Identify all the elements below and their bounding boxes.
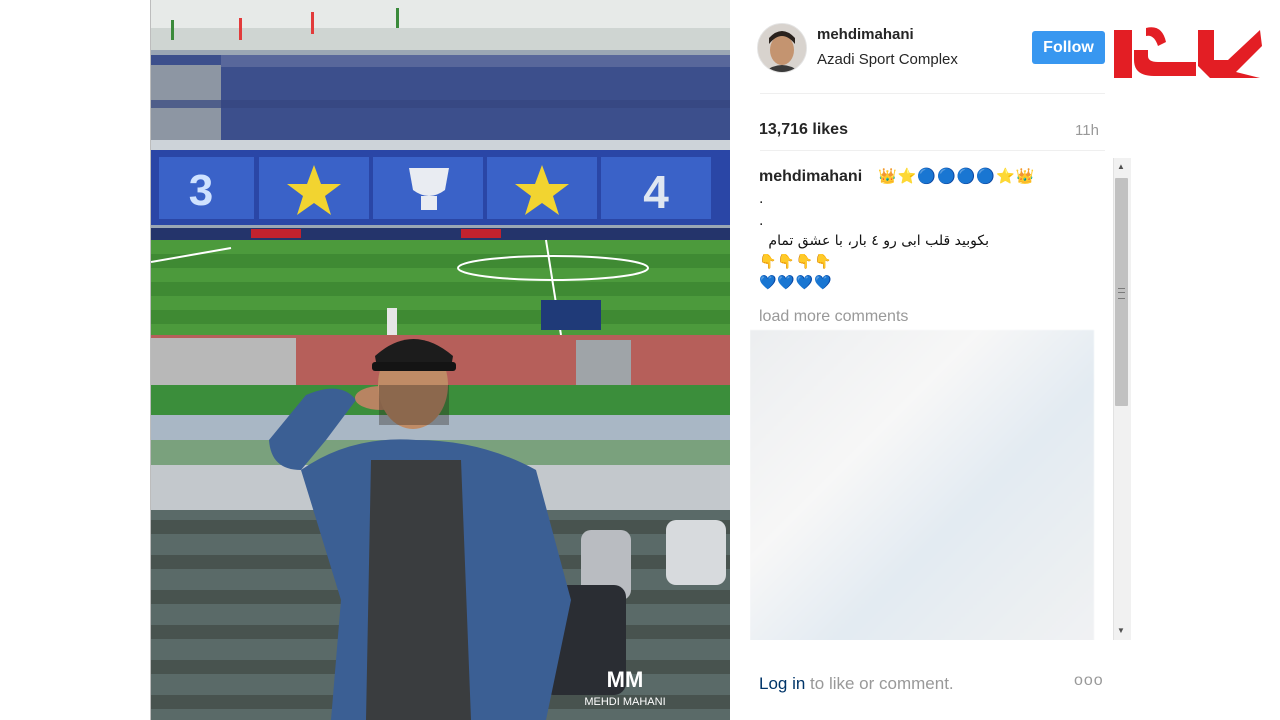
site-logo: [1110, 20, 1265, 84]
scroll-down-arrow-icon[interactable]: ▼: [1117, 626, 1125, 635]
login-link[interactable]: Log in: [759, 674, 805, 693]
post-photo[interactable]: 3 4 MM MEHDI MAHANI: [150, 0, 731, 720]
caption-text: بکوبید قلب ابی رو ٤ بار، با عشق تمام: [768, 233, 989, 249]
login-prompt-text: to like or comment.: [805, 674, 954, 693]
svg-text:3: 3: [189, 166, 213, 215]
stadium-photo: 3 4 MM MEHDI MAHANI: [151, 0, 731, 720]
follow-button[interactable]: Follow: [1032, 31, 1105, 64]
watermark-mark: MM: [607, 667, 644, 692]
likes-count[interactable]: 13,716 likes: [759, 121, 848, 139]
profile-avatar[interactable]: [757, 23, 807, 73]
blurred-comments: [750, 330, 1094, 640]
caption-emoji: 👑⭐🔵🔵🔵🔵⭐👑: [878, 168, 1036, 185]
scroll-up-arrow-icon[interactable]: ▲: [1117, 162, 1125, 171]
location-link[interactable]: Azadi Sport Complex: [817, 51, 958, 68]
caption-hearts-emoji: 💙💙💙💙: [759, 274, 833, 290]
login-prompt: Log in to like or comment.: [759, 674, 954, 694]
caption-dot: .: [759, 212, 764, 229]
divider: [760, 93, 1105, 94]
svg-text:4: 4: [643, 166, 669, 218]
comments-section: mehdimahani 👑⭐🔵🔵🔵🔵⭐👑 . . بکوبید قلب ابی …: [750, 160, 1115, 640]
divider: [760, 150, 1105, 151]
load-more-comments-link[interactable]: load more comments: [759, 308, 908, 326]
post-timestamp[interactable]: 11h: [1075, 122, 1099, 139]
caption-dot: .: [759, 190, 764, 207]
scrollbar-grip-icon: [1118, 288, 1125, 299]
profile-username[interactable]: mehdimahani: [817, 26, 914, 43]
caption-hands-emoji: 👇👇👇👇: [759, 253, 833, 269]
more-options-icon[interactable]: ooo: [1074, 672, 1104, 690]
watermark-text: MEHDI MAHANI: [584, 696, 665, 708]
caption-username[interactable]: mehdimahani: [759, 168, 862, 186]
